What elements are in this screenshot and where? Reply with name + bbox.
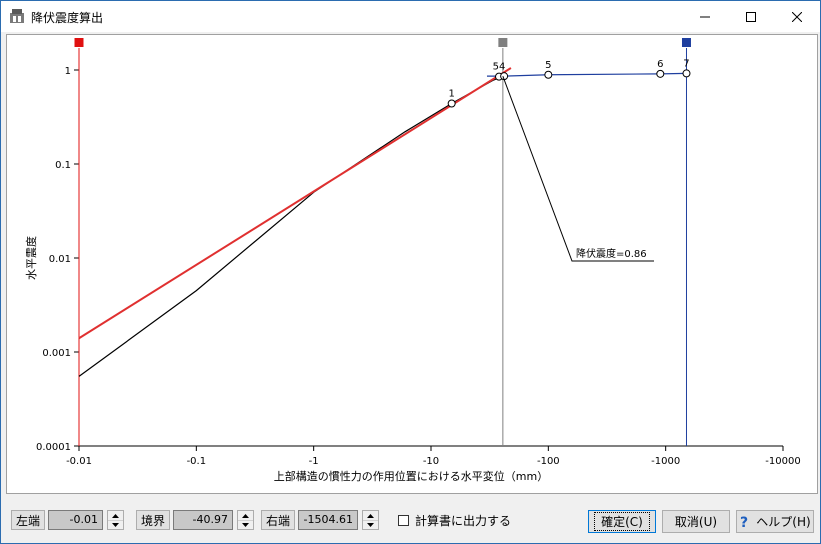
maximize-icon: [746, 11, 756, 22]
maximize-button[interactable]: [728, 1, 774, 32]
y-tick-label: 1: [65, 66, 71, 77]
x-tick-label: -1000: [651, 456, 680, 467]
spin-down-icon[interactable]: [363, 520, 378, 529]
help-button[interactable]: ? ヘルプ(H): [736, 510, 814, 533]
data-point-label: 6: [657, 59, 663, 70]
y-tick-label: 0.001: [42, 348, 71, 359]
data-point-label: 5: [545, 60, 551, 71]
x-tick-label: -10: [423, 456, 439, 467]
x-axis-label: 上部構造の慣性力の作用位置における水平変位（mm）: [274, 469, 548, 483]
right-end-field[interactable]: -1504.61: [298, 510, 358, 530]
help-icon: ?: [740, 515, 748, 529]
spin-down-icon[interactable]: [238, 520, 253, 529]
output-report-checkbox[interactable]: [398, 515, 409, 526]
marker-handle-boundary: [498, 38, 508, 47]
close-icon: [792, 11, 802, 22]
ok-button-label: 確定(C): [594, 512, 650, 531]
series-line-0: [78, 75, 504, 377]
marker-handle-right: [681, 38, 691, 47]
data-point-label: 1: [448, 89, 454, 100]
boundary-button[interactable]: 境界: [136, 510, 170, 530]
minimize-button[interactable]: [682, 1, 728, 32]
right-end-button[interactable]: 右端: [261, 510, 295, 530]
chart-area: -0.01 -0.1 -1 -10 -100 -1000 -10000 1 0.1 0.01 0.0…: [6, 34, 818, 494]
spin-down-icon[interactable]: [108, 520, 123, 529]
chart-svg: -0.01 -0.1 -1 -10 -100 -1000 -10000 1 0.1 0.01 0.0…: [24, 38, 801, 483]
x-tick-label: -0.1: [187, 456, 207, 467]
y-axis-label: 水平震度: [24, 236, 38, 280]
right-end-spinner[interactable]: [362, 510, 379, 530]
ok-button[interactable]: 確定(C): [588, 510, 656, 533]
x-tick-label: -1: [309, 456, 319, 467]
close-button[interactable]: [774, 1, 820, 32]
data-point: [544, 70, 553, 79]
cancel-button[interactable]: 取消(U): [662, 510, 730, 533]
y-tick-label: 0.01: [49, 254, 71, 265]
data-point: [447, 99, 456, 108]
data-point-label: 7: [683, 58, 689, 69]
left-end-button[interactable]: 左端: [11, 510, 45, 530]
title-bar: 降伏震度算出: [1, 1, 820, 32]
y-tick-label: 0.1: [55, 160, 71, 171]
series-line-1: [78, 67, 512, 340]
data-point: [656, 69, 665, 78]
help-button-label: ヘルプ(H): [756, 515, 811, 529]
left-end-spinner[interactable]: [107, 510, 124, 530]
svg-text:?: ?: [740, 515, 748, 529]
annotation-leader: [502, 75, 654, 262]
y-tick-label: 0.0001: [36, 442, 71, 453]
marker-handle-left: [74, 38, 84, 47]
annotation-label: 降伏震度=0.86: [576, 247, 647, 260]
data-point: [682, 69, 691, 78]
output-report-label[interactable]: 計算書に出力する: [415, 512, 511, 529]
minimize-icon: [700, 16, 710, 17]
dialog-window: 降伏震度算出 -0.01 -0.1 -1 -10 -100 -1000 -10000 1 0.1…: [0, 0, 821, 544]
boundary-field[interactable]: -40.97: [173, 510, 233, 530]
boundary-spinner[interactable]: [237, 510, 254, 530]
left-end-field[interactable]: -0.01: [48, 510, 103, 530]
window-title: 降伏震度算出: [31, 11, 104, 25]
x-tick-label: -0.01: [66, 456, 92, 467]
x-tick-label: -10000: [765, 456, 800, 467]
data-point-label: 54: [493, 62, 506, 73]
control-panel: 左端 -0.01 境界 -40.97 右端 -1504.61 計算書に出力する …: [1, 498, 820, 543]
x-tick-label: -100: [537, 456, 560, 467]
app-icon: [10, 9, 24, 23]
